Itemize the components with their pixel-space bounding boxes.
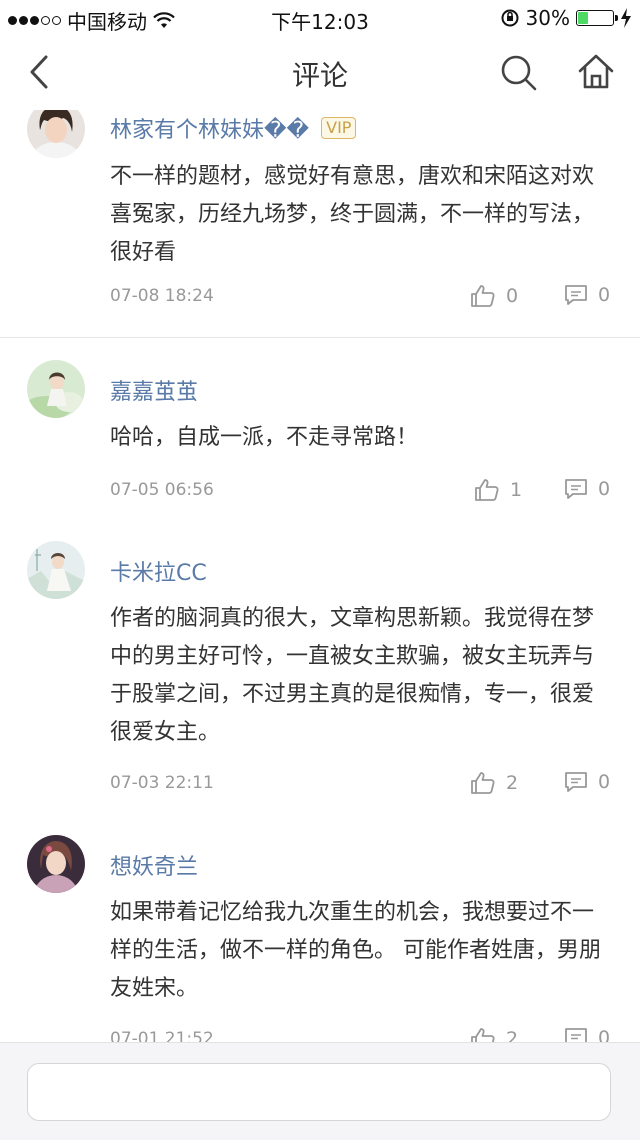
- reply-button[interactable]: 0: [564, 1027, 610, 1042]
- username-text[interactable]: 想妖奇兰: [110, 849, 198, 881]
- reply-button[interactable]: 0: [564, 771, 610, 793]
- battery-percent: 30%: [525, 6, 570, 30]
- comment-time: 07-03 22:11: [110, 773, 214, 793]
- comment-text: 哈哈，自成一派，不走寻常路！: [110, 425, 419, 450]
- search-icon[interactable]: [500, 54, 538, 92]
- username-text[interactable]: 林家有个林妹妹��: [110, 112, 309, 144]
- like-count: 1: [510, 479, 523, 501]
- comment-bubble-icon: [565, 479, 587, 499]
- comment-time: 07-05 06:56: [110, 480, 214, 500]
- comment-bubble-icon: [565, 285, 587, 305]
- charging-bolt-icon: [621, 8, 631, 28]
- avatar[interactable]: [27, 835, 85, 893]
- page-title: 评论: [291, 59, 348, 92]
- comment-text: 如果带着记忆给我九次重生的机会，我想要过不一样的生活，做不一样的角色。 可能作者…: [110, 900, 601, 1001]
- comment-bubble-icon: [565, 1028, 587, 1042]
- username-text[interactable]: 嘉嘉茧茧: [110, 374, 198, 406]
- like-count: 2: [506, 1028, 519, 1042]
- reply-count: 0: [598, 478, 611, 500]
- battery-fill: [578, 12, 589, 24]
- battery-cap: [615, 15, 618, 21]
- avatar[interactable]: [27, 110, 85, 158]
- comment-bubble-icon: [565, 772, 587, 792]
- like-count: 0: [506, 285, 519, 307]
- home-icon[interactable]: [576, 52, 616, 92]
- comment-time: 07-08 18:24: [110, 286, 214, 306]
- avatar[interactable]: [27, 360, 85, 418]
- battery-icon: [576, 10, 618, 26]
- reply-button[interactable]: 0: [564, 284, 610, 306]
- status-bar: 中国移动 下午12:03 30%: [0, 0, 640, 36]
- comment-input-bar: [0, 1042, 640, 1140]
- comment-username[interactable]: 想妖奇兰: [110, 849, 198, 881]
- comment-username[interactable]: 嘉嘉茧茧: [110, 374, 198, 406]
- comment-item: 卡米拉CC 作者的脑洞真的很大，文章构思新颖。我觉得在梦中的男主好可怜，一直被女…: [0, 519, 640, 814]
- like-button[interactable]: 1: [474, 478, 522, 502]
- comment-input[interactable]: [27, 1063, 611, 1121]
- comment-username[interactable]: 卡米拉CC: [110, 555, 207, 587]
- thumbs-up-icon: [471, 772, 495, 794]
- comment-item: 嘉嘉茧茧 哈哈，自成一派，不走寻常路！ 07-05 06:56 1 0: [0, 338, 640, 520]
- thumbs-up-icon: [471, 1028, 495, 1042]
- comment-text: 作者的脑洞真的很大，文章构思新颖。我觉得在梦中的男主好可怜，一直被女主欺骗，被女…: [110, 606, 595, 745]
- thumbs-up-icon: [471, 285, 495, 307]
- avatar[interactable]: [27, 541, 85, 599]
- vip-badge: VIP: [321, 117, 357, 139]
- comment-list[interactable]: 林家有个林妹妹�� VIP 不一样的题材，感觉好有意思，唐欢和宋陌这对欢喜冤家，…: [0, 110, 640, 1042]
- comment-username[interactable]: 林家有个林妹妹�� VIP: [110, 112, 357, 144]
- thumbs-up-icon: [475, 479, 499, 501]
- like-count: 2: [506, 772, 519, 794]
- reply-count: 0: [598, 1027, 611, 1042]
- reply-count: 0: [598, 771, 611, 793]
- reply-count: 0: [598, 284, 611, 306]
- comment-item: 想妖奇兰 如果带着记忆给我九次重生的机会，我想要过不一样的生活，做不一样的角色。…: [0, 813, 640, 1042]
- comment-item: 林家有个林妹妹�� VIP 不一样的题材，感觉好有意思，唐欢和宋陌这对欢喜冤家，…: [0, 110, 640, 338]
- navigation-bar: 评论: [0, 36, 640, 111]
- like-button[interactable]: 2: [470, 771, 518, 795]
- comment-text: 不一样的题材，感觉好有意思，唐欢和宋陌这对欢喜冤家，历经九场梦，终于圆满，不一样…: [110, 164, 595, 265]
- username-text[interactable]: 卡米拉CC: [110, 555, 207, 587]
- status-right: 30%: [500, 6, 632, 30]
- comment-time: 07-01 21:52: [110, 1029, 214, 1042]
- reply-button[interactable]: 0: [564, 478, 610, 500]
- like-button[interactable]: 0: [470, 284, 518, 308]
- like-button[interactable]: 2: [470, 1027, 518, 1042]
- orientation-lock-icon: [501, 9, 519, 27]
